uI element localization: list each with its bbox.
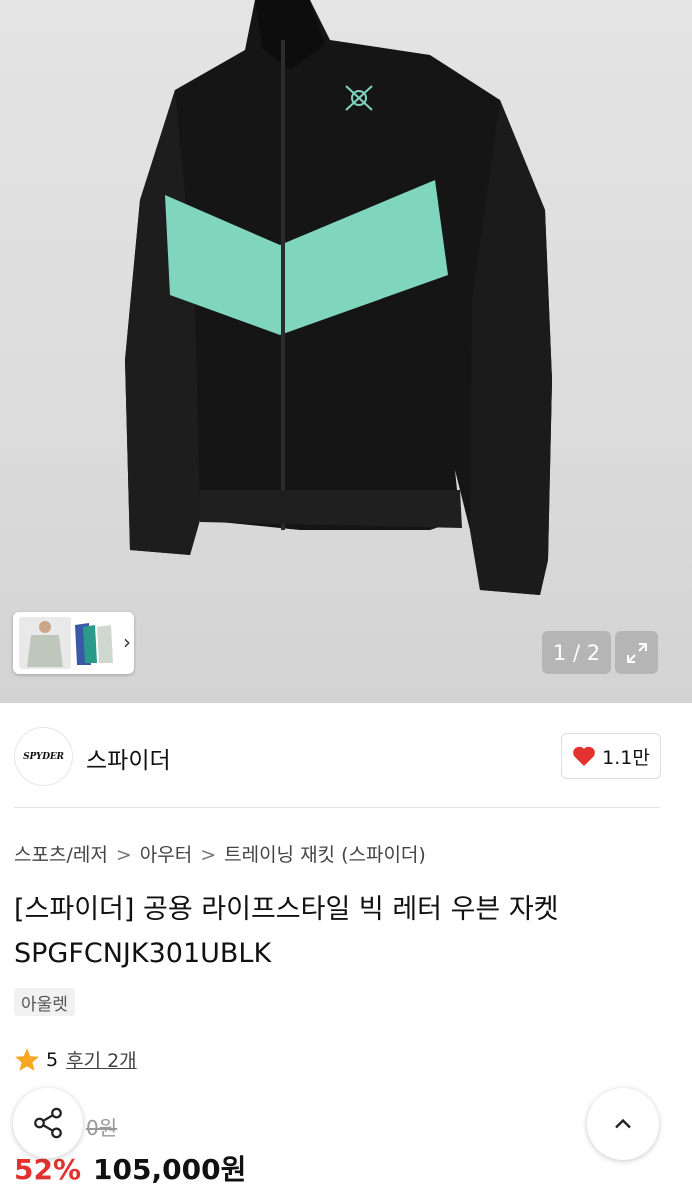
rating: 5 후기 2개 [14,1046,137,1073]
share-icon [34,1107,62,1139]
brand-row: SPYDER 스파이더 1.1만 [0,703,692,807]
heart-icon [573,746,595,766]
brand-name[interactable]: 스파이더 [86,741,171,775]
chevron-right-icon: > [200,844,217,866]
outlet-badge: 아울렛 [14,988,75,1016]
brand-logo[interactable]: SPYDER [14,727,73,786]
chevron-right-icon: > [115,844,132,866]
breadcrumb-item[interactable]: 아우터 [140,844,192,866]
thumbnail-colored-jackets[interactable] [73,617,117,669]
image-counter: 1 / 2 [542,631,611,674]
sale-price: 105,000원 [93,1153,247,1186]
like-button[interactable]: 1.1만 [561,733,661,779]
share-button[interactable] [13,1088,83,1158]
star-icon [15,1048,39,1071]
breadcrumb: 스포츠/레저 > 아우터 > 트레이닝 재킷 (스파이더) [14,840,426,867]
rating-score: 5 [46,1048,59,1071]
scroll-top-button[interactable] [587,1088,659,1160]
product-title: [스파이더] 공용 라이프스타일 빅 레터 우븐 자켓 SPGFCNJK301U… [14,894,559,969]
chevron-up-icon [615,1118,631,1129]
jacket-illustration [125,0,552,595]
product-image[interactable]: › 1 / 2 [0,0,692,703]
divider [14,807,660,808]
original-price: 0원 [86,1116,118,1140]
thumbnail-white-jacket[interactable] [19,617,71,669]
chevron-right-icon[interactable]: › [123,630,131,654]
expand-icon[interactable] [615,631,658,674]
breadcrumb-item[interactable]: 스포츠/레저 [14,844,108,866]
thumbnail-strip[interactable]: › [13,612,134,674]
breadcrumb-item[interactable]: 트레이닝 재킷 (스파이더) [224,844,426,866]
like-count: 1.1만 [602,746,650,769]
reviews-link[interactable]: 후기 2개 [66,1046,137,1073]
